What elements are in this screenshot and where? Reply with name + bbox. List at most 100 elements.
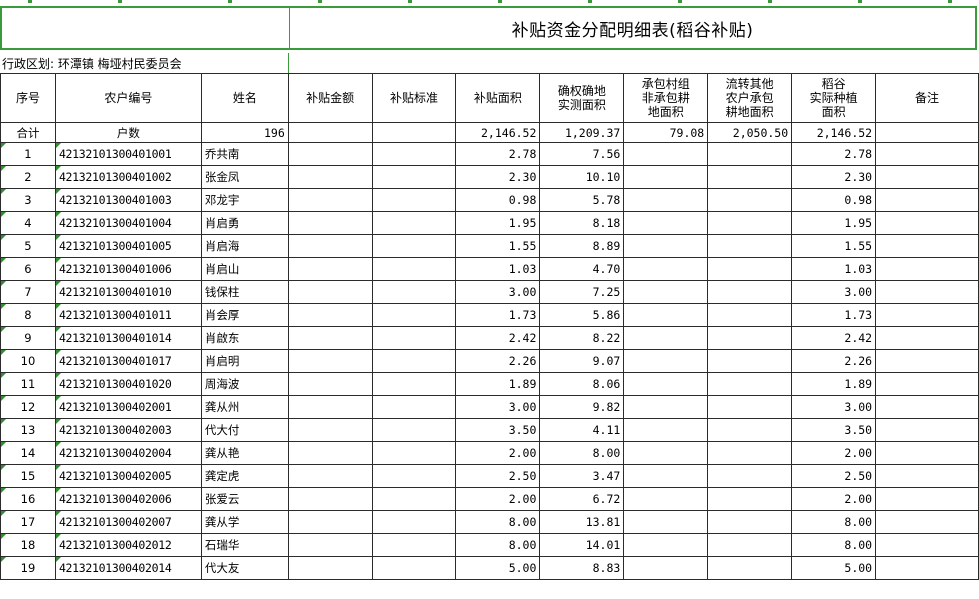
row-measured-cell[interactable]: 13.81 <box>539 510 625 534</box>
sheet-title-cell[interactable]: 补贴资金分配明细表(稻谷补贴) <box>0 6 977 50</box>
row-farmer-code-cell[interactable]: 42132101300402014 <box>54 556 202 580</box>
row-seq-cell[interactable]: 12 <box>0 395 56 419</box>
row-measured-cell[interactable]: 8.83 <box>539 556 625 580</box>
row-name-cell[interactable]: 邓龙宇 <box>200 188 289 212</box>
row-planted-cell[interactable]: 2.00 <box>791 487 877 511</box>
row-area-cell[interactable]: 1.03 <box>455 257 541 281</box>
summary-standard-cell[interactable] <box>371 122 457 143</box>
row-standard-cell[interactable] <box>371 533 457 557</box>
row-farmer-code-cell[interactable]: 42132101300402005 <box>54 464 202 488</box>
row-transfer-cell[interactable] <box>707 487 793 511</box>
row-planted-cell[interactable]: 0.98 <box>791 188 877 212</box>
row-transfer-cell[interactable] <box>707 533 793 557</box>
row-seq-cell[interactable]: 19 <box>0 556 56 580</box>
header-subsidy-area[interactable]: 补贴面积 <box>455 73 541 123</box>
header-subsidy-standard[interactable]: 补贴标准 <box>371 73 457 123</box>
row-note-cell[interactable] <box>875 188 979 212</box>
row-transfer-cell[interactable] <box>707 211 793 235</box>
row-contract-cell[interactable] <box>623 349 709 373</box>
row-standard-cell[interactable] <box>371 142 457 166</box>
row-transfer-cell[interactable] <box>707 234 793 258</box>
row-planted-cell[interactable]: 2.50 <box>791 464 877 488</box>
row-seq-cell[interactable]: 2 <box>0 165 56 189</box>
row-transfer-cell[interactable] <box>707 142 793 166</box>
row-measured-cell[interactable]: 14.01 <box>539 533 625 557</box>
summary-area-cell[interactable]: 2,146.52 <box>455 122 541 143</box>
row-planted-cell[interactable]: 8.00 <box>791 510 877 534</box>
row-farmer-code-cell[interactable]: 42132101300401011 <box>54 303 202 327</box>
row-measured-cell[interactable]: 8.06 <box>539 372 625 396</box>
row-standard-cell[interactable] <box>371 556 457 580</box>
row-contract-cell[interactable] <box>623 372 709 396</box>
row-amount-cell[interactable] <box>287 349 373 373</box>
row-standard-cell[interactable] <box>371 165 457 189</box>
row-amount-cell[interactable] <box>287 326 373 350</box>
row-area-cell[interactable]: 2.50 <box>455 464 541 488</box>
row-transfer-cell[interactable] <box>707 303 793 327</box>
row-amount-cell[interactable] <box>287 142 373 166</box>
summary-transfer-cell[interactable]: 2,050.50 <box>707 122 793 143</box>
header-subsidy-amount[interactable]: 补贴金额 <box>287 73 373 123</box>
row-transfer-cell[interactable] <box>707 372 793 396</box>
row-area-cell[interactable]: 3.50 <box>455 418 541 442</box>
header-measured-area[interactable]: 确权确地 实测面积 <box>539 73 625 123</box>
row-contract-cell[interactable] <box>623 211 709 235</box>
row-standard-cell[interactable] <box>371 418 457 442</box>
row-area-cell[interactable]: 1.73 <box>455 303 541 327</box>
row-contract-cell[interactable] <box>623 556 709 580</box>
row-measured-cell[interactable]: 4.70 <box>539 257 625 281</box>
row-contract-cell[interactable] <box>623 165 709 189</box>
row-transfer-cell[interactable] <box>707 441 793 465</box>
row-planted-cell[interactable]: 2.30 <box>791 165 877 189</box>
row-seq-cell[interactable]: 4 <box>0 211 56 235</box>
row-area-cell[interactable]: 2.42 <box>455 326 541 350</box>
row-contract-cell[interactable] <box>623 533 709 557</box>
row-seq-cell[interactable]: 1 <box>0 142 56 166</box>
row-amount-cell[interactable] <box>287 487 373 511</box>
row-planted-cell[interactable]: 2.26 <box>791 349 877 373</box>
row-name-cell[interactable]: 张金凤 <box>200 165 289 189</box>
row-note-cell[interactable] <box>875 165 979 189</box>
row-standard-cell[interactable] <box>371 349 457 373</box>
row-area-cell[interactable]: 2.78 <box>455 142 541 166</box>
row-note-cell[interactable] <box>875 533 979 557</box>
row-seq-cell[interactable]: 16 <box>0 487 56 511</box>
row-area-cell[interactable]: 8.00 <box>455 533 541 557</box>
row-transfer-cell[interactable] <box>707 395 793 419</box>
households-count-cell[interactable]: 196 <box>200 122 289 143</box>
row-standard-cell[interactable] <box>371 326 457 350</box>
row-planted-cell[interactable]: 1.55 <box>791 234 877 258</box>
row-area-cell[interactable]: 1.95 <box>455 211 541 235</box>
row-farmer-code-cell[interactable]: 42132101300402004 <box>54 441 202 465</box>
row-contract-cell[interactable] <box>623 418 709 442</box>
row-farmer-code-cell[interactable]: 42132101300402007 <box>54 510 202 534</box>
row-amount-cell[interactable] <box>287 303 373 327</box>
row-standard-cell[interactable] <box>371 188 457 212</box>
row-seq-cell[interactable]: 18 <box>0 533 56 557</box>
row-contract-cell[interactable] <box>623 234 709 258</box>
row-seq-cell[interactable]: 6 <box>0 257 56 281</box>
row-measured-cell[interactable]: 5.86 <box>539 303 625 327</box>
row-standard-cell[interactable] <box>371 211 457 235</box>
row-seq-cell[interactable]: 7 <box>0 280 56 304</box>
row-name-cell[interactable]: 代大友 <box>200 556 289 580</box>
row-name-cell[interactable]: 龚从学 <box>200 510 289 534</box>
row-farmer-code-cell[interactable]: 42132101300401001 <box>54 142 202 166</box>
row-contract-cell[interactable] <box>623 188 709 212</box>
row-farmer-code-cell[interactable]: 42132101300401017 <box>54 349 202 373</box>
row-area-cell[interactable]: 3.00 <box>455 280 541 304</box>
row-name-cell[interactable]: 肖启明 <box>200 349 289 373</box>
row-planted-cell[interactable]: 1.89 <box>791 372 877 396</box>
row-transfer-cell[interactable] <box>707 188 793 212</box>
header-transfer-area[interactable]: 流转其他 农户承包 耕地面积 <box>707 73 793 123</box>
row-farmer-code-cell[interactable]: 42132101300401002 <box>54 165 202 189</box>
row-note-cell[interactable] <box>875 349 979 373</box>
row-amount-cell[interactable] <box>287 188 373 212</box>
row-name-cell[interactable]: 肖会厚 <box>200 303 289 327</box>
title-left-cell[interactable] <box>2 8 290 48</box>
row-note-cell[interactable] <box>875 280 979 304</box>
row-amount-cell[interactable] <box>287 280 373 304</box>
row-name-cell[interactable]: 肖啟东 <box>200 326 289 350</box>
row-measured-cell[interactable]: 8.18 <box>539 211 625 235</box>
row-note-cell[interactable] <box>875 510 979 534</box>
